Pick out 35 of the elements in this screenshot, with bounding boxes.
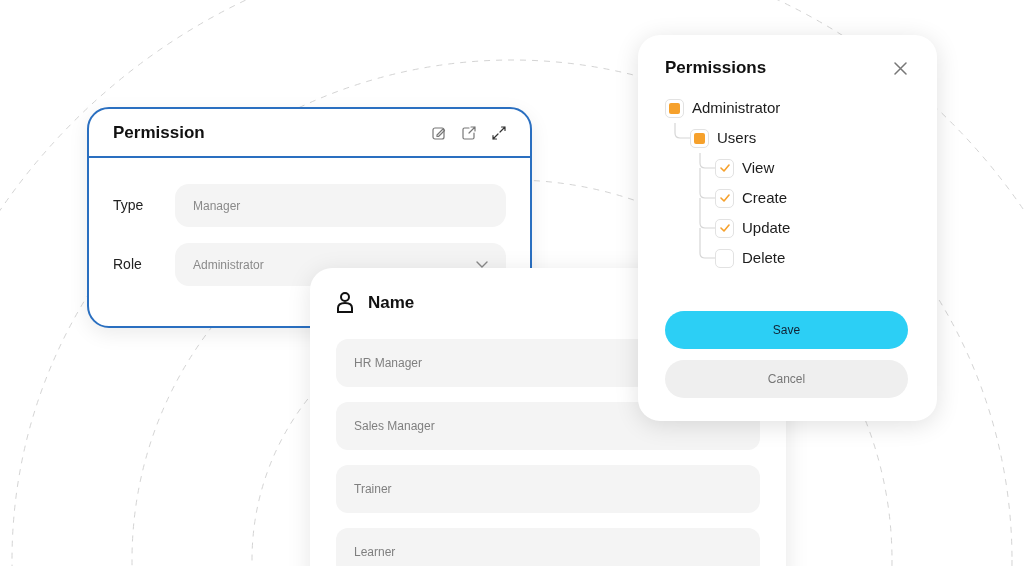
checkbox[interactable]: [665, 98, 684, 118]
checkbox[interactable]: [715, 218, 734, 238]
field-label: Role: [113, 255, 143, 274]
person-icon: [336, 292, 354, 314]
cancel-button[interactable]: Cancel: [665, 360, 908, 398]
check-icon: [719, 194, 730, 202]
dialog-title: Permissions: [665, 57, 767, 80]
input-field[interactable]: Learner: [336, 528, 760, 566]
tree-line: [699, 153, 715, 183]
close-button[interactable]: [893, 60, 908, 76]
save-button[interactable]: Save: [665, 311, 908, 349]
checkbox[interactable]: [690, 128, 709, 148]
checkbox-label: Users: [717, 127, 757, 148]
text-field[interactable]: Manager: [175, 184, 506, 227]
checkbox-label: Administrator: [692, 97, 781, 118]
card-title: Name: [368, 292, 415, 315]
checkbox[interactable]: [715, 188, 734, 208]
input-field[interactable]: Trainer: [336, 465, 760, 513]
checkbox-label: Update: [742, 217, 791, 238]
edit-icon[interactable]: [432, 125, 446, 140]
card-title: Permission: [113, 121, 205, 144]
checkbox[interactable]: [715, 158, 734, 178]
checkbox-label: Delete: [742, 247, 786, 268]
tree-line: [674, 123, 690, 139]
checkbox-label: View: [742, 157, 775, 178]
check-icon: [719, 224, 730, 232]
checkbox-label: Create: [742, 187, 788, 208]
chevron-down-icon: [476, 260, 488, 269]
field-label: Type: [113, 196, 145, 215]
select-value: Administrator: [193, 256, 264, 274]
expand-icon[interactable]: [492, 125, 506, 140]
check-icon: [719, 164, 730, 172]
tree-line: [699, 183, 715, 213]
checkbox[interactable]: [715, 248, 734, 268]
external-link-icon[interactable]: [462, 125, 476, 140]
